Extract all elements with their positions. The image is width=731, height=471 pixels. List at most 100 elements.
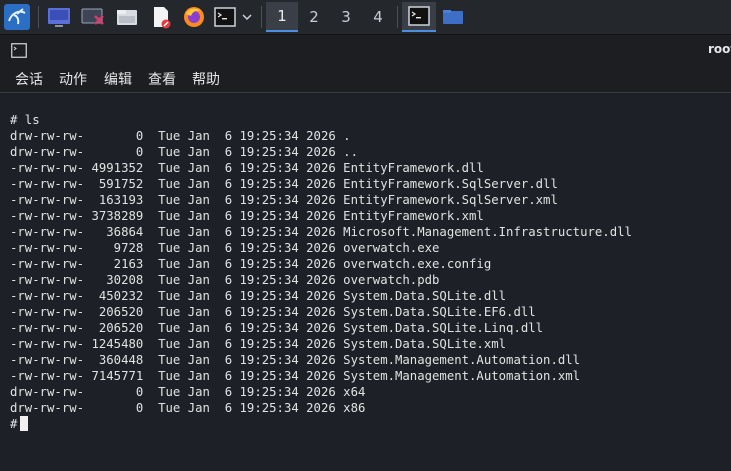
file-permissions: drw-rw-rw- bbox=[10, 145, 85, 159]
file-permissions: -rw-rw-rw- bbox=[10, 257, 85, 271]
file-name: EntityFramework.SqlServer.xml bbox=[343, 193, 558, 207]
show-desktop-icon[interactable] bbox=[45, 3, 73, 31]
file-date: Tue Jan 6 19:25:34 2026 bbox=[143, 353, 344, 367]
file-date: Tue Jan 6 19:25:34 2026 bbox=[143, 129, 344, 143]
workspace-3[interactable]: 3 bbox=[330, 2, 362, 32]
firefox-icon[interactable] bbox=[180, 3, 208, 31]
menu-edit[interactable]: 编辑 bbox=[104, 69, 132, 89]
file-date: Tue Jan 6 19:25:34 2026 bbox=[143, 305, 344, 319]
ls-output-row: -rw-rw-rw- 206520 Tue Jan 6 19:25:34 202… bbox=[10, 320, 543, 336]
file-name: . bbox=[343, 129, 351, 143]
ls-output-row: -rw-rw-rw- 36864 Tue Jan 6 19:25:34 2026… bbox=[10, 224, 632, 240]
file-name: overwatch.pdb bbox=[343, 273, 440, 287]
file-permissions: -rw-rw-rw- bbox=[10, 161, 85, 175]
file-size: 0 bbox=[84, 145, 144, 159]
file-size: 0 bbox=[84, 401, 144, 415]
text-cursor bbox=[20, 416, 29, 431]
file-date: Tue Jan 6 19:25:34 2026 bbox=[143, 241, 344, 255]
file-date: Tue Jan 6 19:25:34 2026 bbox=[143, 161, 344, 175]
ls-output-row: drw-rw-rw- 0 Tue Jan 6 19:25:34 2026 .. bbox=[10, 144, 358, 160]
ls-output-row: drw-rw-rw- 0 Tue Jan 6 19:25:34 2026 x64 bbox=[10, 384, 365, 400]
file-date: Tue Jan 6 19:25:34 2026 bbox=[143, 225, 344, 239]
window-title: root bbox=[708, 42, 731, 56]
file-manager-icon[interactable] bbox=[113, 3, 141, 31]
file-permissions: -rw-rw-rw- bbox=[10, 177, 85, 191]
ls-output-row: -rw-rw-rw- 163193 Tue Jan 6 19:25:34 202… bbox=[10, 192, 558, 208]
file-permissions: -rw-rw-rw- bbox=[10, 225, 85, 239]
ls-output-row: -rw-rw-rw- 591752 Tue Jan 6 19:25:34 202… bbox=[10, 176, 558, 192]
file-permissions: -rw-rw-rw- bbox=[10, 289, 85, 303]
file-date: Tue Jan 6 19:25:34 2026 bbox=[143, 401, 344, 415]
file-permissions: drw-rw-rw- bbox=[10, 385, 85, 399]
file-permissions: -rw-rw-rw- bbox=[10, 337, 85, 351]
file-permissions: -rw-rw-rw- bbox=[10, 321, 85, 335]
text-editor-icon[interactable] bbox=[147, 3, 175, 31]
kali-menu-icon[interactable] bbox=[2, 3, 32, 31]
file-name: x86 bbox=[343, 401, 366, 415]
file-size: 0 bbox=[84, 129, 144, 143]
file-name: EntityFramework.xml bbox=[343, 209, 484, 223]
workspace-label: 1 bbox=[277, 7, 287, 25]
file-date: Tue Jan 6 19:25:34 2026 bbox=[143, 177, 344, 191]
file-size: 206520 bbox=[84, 321, 144, 335]
file-permissions: -rw-rw-rw- bbox=[10, 273, 85, 287]
file-size: 4991352 bbox=[84, 161, 144, 175]
chevron-down-icon[interactable] bbox=[240, 3, 254, 31]
file-name: .. bbox=[343, 145, 358, 159]
taskbar-window-folder[interactable] bbox=[440, 3, 466, 31]
folder-icon bbox=[443, 10, 463, 24]
file-date: Tue Jan 6 19:25:34 2026 bbox=[143, 369, 344, 383]
menu-view[interactable]: 查看 bbox=[148, 69, 176, 89]
ls-output-row: -rw-rw-rw- 360448 Tue Jan 6 19:25:34 202… bbox=[10, 352, 580, 368]
file-permissions: -rw-rw-rw- bbox=[10, 193, 85, 207]
prompt-line[interactable]: # bbox=[10, 416, 29, 432]
file-permissions: -rw-rw-rw- bbox=[10, 241, 85, 255]
file-size: 2163 bbox=[84, 257, 144, 271]
ls-output-row: -rw-rw-rw- 4991352 Tue Jan 6 19:25:34 20… bbox=[10, 160, 484, 176]
taskbar-separator bbox=[397, 6, 398, 28]
prompt-symbol: # bbox=[10, 417, 18, 431]
ls-output-row: -rw-rw-rw- 30208 Tue Jan 6 19:25:34 2026… bbox=[10, 272, 439, 288]
file-size: 36864 bbox=[84, 225, 144, 239]
file-permissions: -rw-rw-rw- bbox=[10, 305, 85, 319]
file-size: 30208 bbox=[84, 273, 144, 287]
menu-help[interactable]: 帮助 bbox=[192, 69, 220, 89]
file-permissions: -rw-rw-rw- bbox=[10, 209, 85, 223]
menu-session[interactable]: 会话 bbox=[15, 69, 43, 89]
file-permissions: drw-rw-rw- bbox=[10, 129, 85, 143]
file-permissions: -rw-rw-rw- bbox=[10, 369, 85, 383]
ls-output-row: drw-rw-rw- 0 Tue Jan 6 19:25:34 2026 x86 bbox=[10, 400, 365, 416]
ls-output-row: drw-rw-rw- 0 Tue Jan 6 19:25:34 2026 . bbox=[10, 128, 351, 144]
file-size: 163193 bbox=[84, 193, 144, 207]
file-size: 206520 bbox=[84, 305, 144, 319]
file-date: Tue Jan 6 19:25:34 2026 bbox=[143, 193, 344, 207]
taskbar: 1 2 3 4 bbox=[0, 0, 731, 35]
workspace-1[interactable]: 1 bbox=[266, 2, 298, 32]
taskbar-window-terminal[interactable] bbox=[402, 2, 436, 32]
file-date: Tue Jan 6 19:25:34 2026 bbox=[143, 337, 344, 351]
ls-output-row: -rw-rw-rw- 206520 Tue Jan 6 19:25:34 202… bbox=[10, 304, 536, 320]
file-date: Tue Jan 6 19:25:34 2026 bbox=[143, 385, 344, 399]
file-name: EntityFramework.dll bbox=[343, 161, 484, 175]
terminal-icon bbox=[408, 6, 430, 26]
file-name: overwatch.exe.config bbox=[343, 257, 492, 271]
menu-actions[interactable]: 动作 bbox=[59, 69, 87, 89]
taskbar-separator bbox=[261, 6, 262, 28]
file-size: 0 bbox=[84, 385, 144, 399]
file-date: Tue Jan 6 19:25:34 2026 bbox=[143, 257, 344, 271]
file-date: Tue Jan 6 19:25:34 2026 bbox=[143, 209, 344, 223]
file-name: System.Data.SQLite.dll bbox=[343, 289, 507, 303]
file-date: Tue Jan 6 19:25:34 2026 bbox=[143, 321, 344, 335]
workspace-4[interactable]: 4 bbox=[362, 2, 394, 32]
terminal-icon[interactable] bbox=[212, 3, 238, 31]
screenshot-icon[interactable] bbox=[79, 3, 107, 31]
file-date: Tue Jan 6 19:25:34 2026 bbox=[143, 145, 344, 159]
file-name: System.Data.SQLite.xml bbox=[343, 337, 507, 351]
ls-output-row: -rw-rw-rw- 450232 Tue Jan 6 19:25:34 202… bbox=[10, 288, 506, 304]
window-titlebar[interactable]: root bbox=[0, 35, 731, 64]
workspace-2[interactable]: 2 bbox=[298, 2, 330, 32]
workspace-label: 2 bbox=[309, 8, 319, 26]
file-size: 9728 bbox=[84, 241, 144, 255]
terminal-output[interactable]: # ls drw-rw-rw- 0 Tue Jan 6 19:25:34 202… bbox=[0, 92, 731, 471]
file-size: 3738289 bbox=[84, 209, 144, 223]
